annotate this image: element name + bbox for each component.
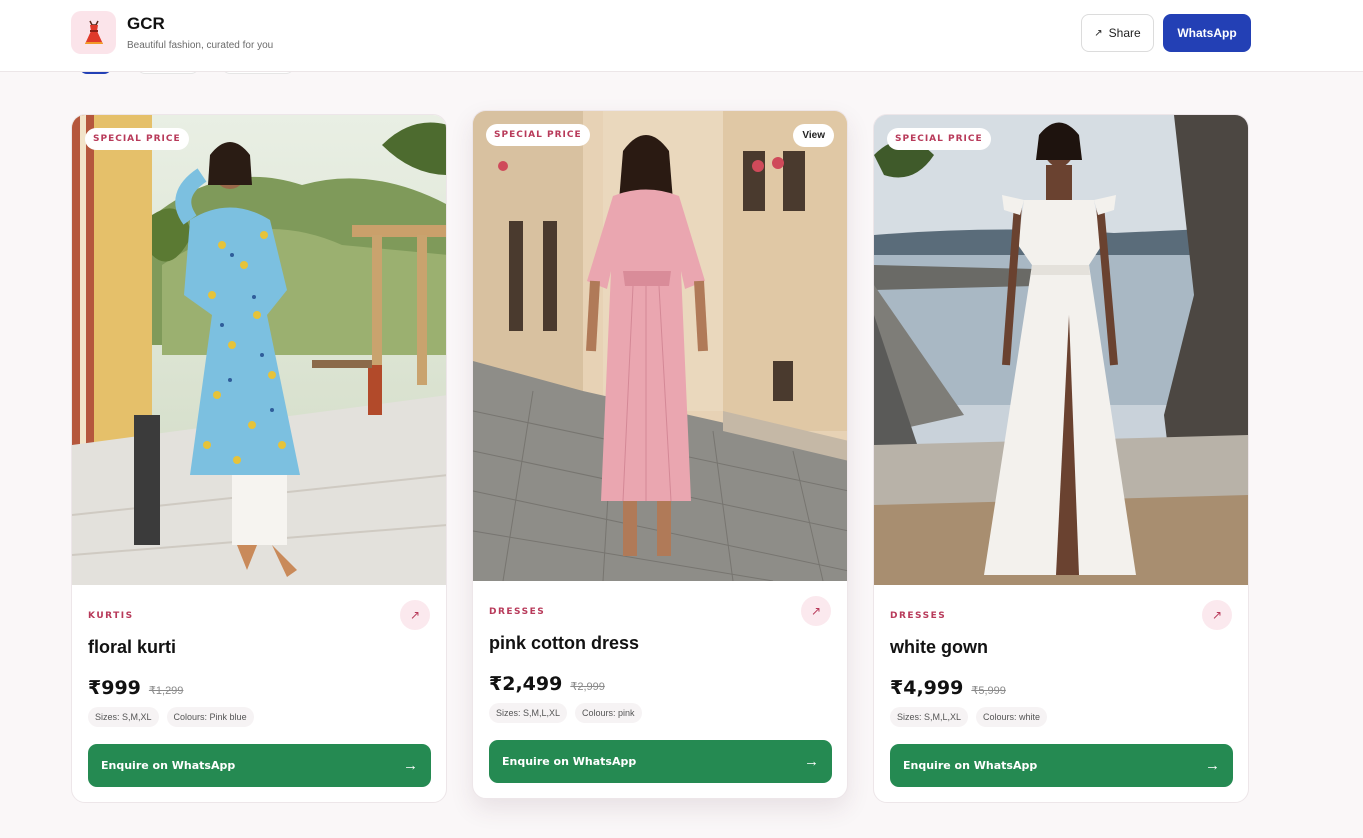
enquire-label: Enquire on WhatsApp: [502, 755, 637, 768]
arrow-right-icon: →: [1205, 757, 1220, 774]
product-category: KURTIS: [88, 611, 134, 621]
product-card[interactable]: SPECIAL PRICE DRESSES ↗ white gown ₹4,99…: [873, 114, 1249, 803]
product-name: floral kurti: [88, 637, 177, 657]
special-price-badge: SPECIAL PRICE: [85, 128, 189, 150]
share-button[interactable]: ↗ Share: [1081, 14, 1154, 52]
product-image[interactable]: SPECIAL PRICE: [874, 115, 1248, 585]
enquire-label: Enquire on WhatsApp: [101, 759, 236, 772]
arrow-right-icon: →: [403, 757, 418, 774]
sizes-chip: Sizes: S,M,L,XL: [890, 707, 969, 727]
product-image[interactable]: SPECIAL PRICE View: [473, 111, 847, 581]
dress-icon: [71, 11, 116, 54]
product-category: DRESSES: [890, 611, 947, 621]
share-label: Share: [1108, 26, 1141, 40]
product-mrp: ₹2,999: [570, 681, 605, 693]
product-name: pink cotton dress: [489, 633, 640, 653]
price-row: ₹2,499 ₹2,999: [489, 673, 605, 695]
sizes-chip: Sizes: S,M,XL: [88, 707, 159, 727]
product-card[interactable]: SPECIAL PRICE KURTIS ↗ floral kurti ₹999…: [71, 114, 447, 803]
enquire-whatsapp-button[interactable]: Enquire on WhatsApp →: [890, 744, 1233, 787]
open-product-arrow-icon[interactable]: ↗: [801, 596, 831, 626]
special-price-badge: SPECIAL PRICE: [486, 124, 590, 146]
enquire-whatsapp-button[interactable]: Enquire on WhatsApp →: [88, 744, 431, 787]
open-product-arrow-icon[interactable]: ↗: [400, 600, 430, 630]
product-card[interactable]: SPECIAL PRICE View DRESSES ↗ pink cotton…: [472, 110, 848, 799]
price-row: ₹999 ₹1,299: [88, 677, 183, 699]
sizes-chip: Sizes: S,M,L,XL: [489, 703, 568, 723]
brand-name: GCR: [127, 14, 165, 33]
product-category: DRESSES: [489, 607, 546, 617]
view-button[interactable]: View: [793, 124, 834, 147]
product-attributes: Sizes: S,M,L,XL Colours: white: [890, 707, 1048, 727]
colours-chip: Colours: white: [976, 707, 1048, 727]
product-price: ₹999: [88, 677, 141, 699]
whatsapp-button[interactable]: WhatsApp: [1163, 14, 1251, 52]
colours-chip: Colours: Pink blue: [166, 707, 254, 727]
product-mrp: ₹5,999: [971, 685, 1006, 697]
arrow-up-right-icon: ↗: [1094, 27, 1103, 39]
brand: GCR Beautiful fashion, curated for you: [71, 11, 273, 54]
product-image[interactable]: SPECIAL PRICE: [72, 115, 446, 585]
open-product-arrow-icon[interactable]: ↗: [1202, 600, 1232, 630]
enquire-whatsapp-button[interactable]: Enquire on WhatsApp →: [489, 740, 832, 783]
top-header: GCR Beautiful fashion, curated for you ↗…: [0, 0, 1363, 72]
price-row: ₹4,999 ₹5,999: [890, 677, 1006, 699]
enquire-label: Enquire on WhatsApp: [903, 759, 1038, 772]
colours-chip: Colours: pink: [575, 703, 642, 723]
special-price-badge: SPECIAL PRICE: [887, 128, 991, 150]
product-mrp: ₹1,299: [148, 685, 184, 697]
product-attributes: Sizes: S,M,L,XL Colours: pink: [489, 703, 642, 723]
product-name: white gown: [890, 637, 988, 657]
arrow-right-icon: →: [804, 753, 819, 770]
product-attributes: Sizes: S,M,XL Colours: Pink blue: [88, 707, 254, 727]
product-price: ₹4,999: [890, 677, 964, 699]
product-price: ₹2,499: [489, 673, 563, 695]
brand-tagline: Beautiful fashion, curated for you: [127, 40, 274, 51]
